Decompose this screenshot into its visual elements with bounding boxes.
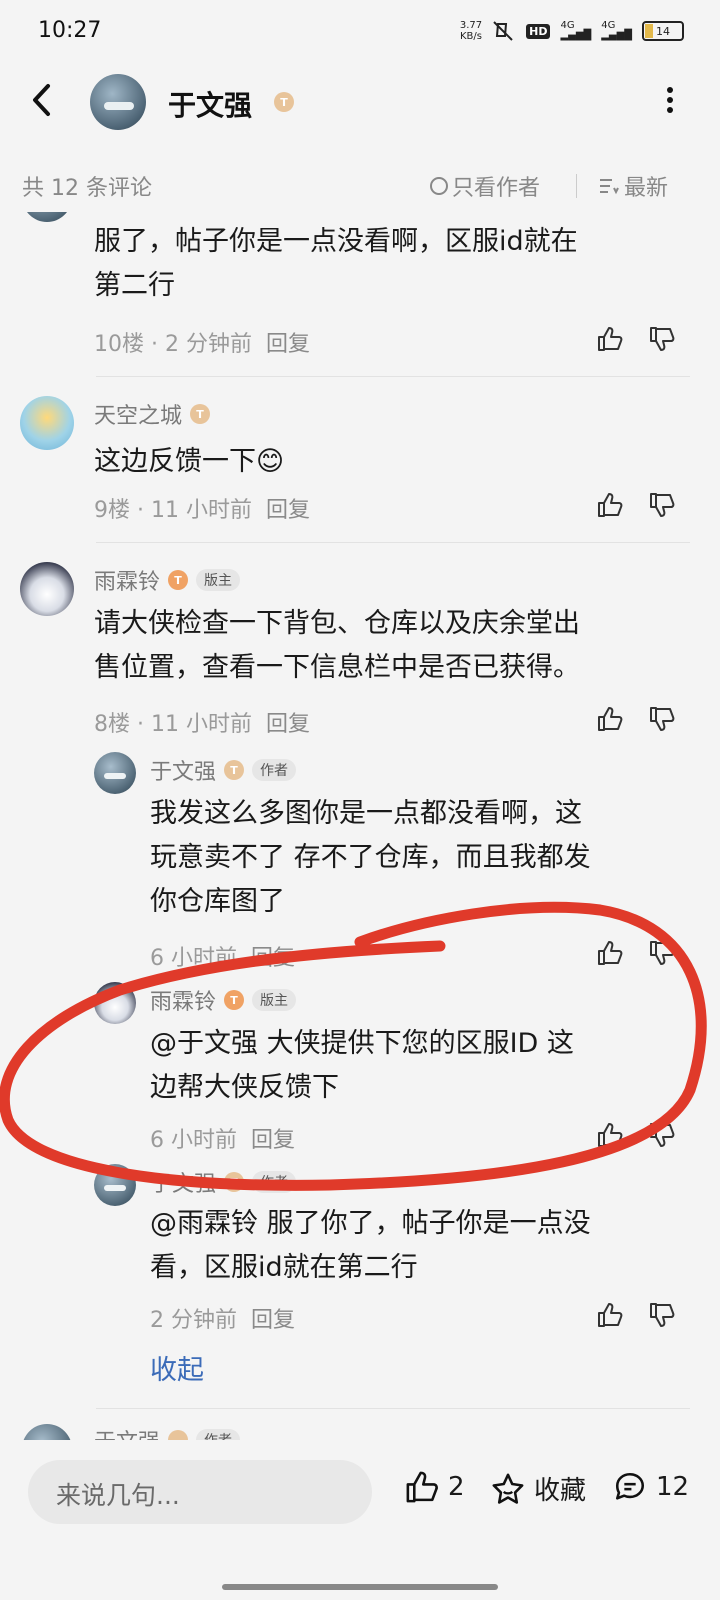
home-indicator[interactable] [222, 1584, 498, 1590]
comment-author[interactable]: 天空之城 T [94, 398, 211, 430]
status-icons: 3.77 KB/s HD 4G ▂▄▆█ 4G ▂▄▆█ 14 [460, 20, 684, 42]
avatar[interactable] [22, 1424, 72, 1440]
comment-author[interactable]: 雨霖铃 T 版主 [94, 564, 241, 596]
moderator-tag: 版主 [196, 569, 241, 591]
reply-text: @于文强 大侠提供下您的区服ID 这 边帮大侠反馈下 [150, 1028, 574, 1103]
reply-meta: 6 小时前 回复 [150, 946, 296, 971]
author-tag: 作者 [196, 1429, 241, 1440]
reply-button[interactable]: 回复 [266, 712, 310, 737]
vote-actions [596, 706, 676, 732]
reply-meta: 2 分钟前 回复 [150, 1308, 296, 1333]
favorite-button[interactable]: 收藏 [490, 1470, 586, 1507]
status-time: 10:27 [38, 18, 102, 43]
sort-button[interactable]: 最新 [598, 170, 668, 202]
sort-icon [598, 176, 620, 196]
avatar[interactable] [94, 752, 136, 794]
comment-meta: 10楼 · 2 分钟前 回复 [94, 332, 310, 357]
author-tag: 作者 [252, 1171, 297, 1193]
reply-button[interactable]: 回复 [266, 498, 310, 523]
mute-icon [492, 20, 516, 42]
comment-list: 服了，帖子你是一点没看啊，区服id就在 第二行 10楼 · 2 分钟前 回复 天空… [0, 212, 720, 1440]
thumbs-down-icon[interactable] [648, 1302, 676, 1328]
thumbs-down-icon[interactable] [648, 1122, 676, 1148]
reply-button[interactable]: 回复 [251, 1128, 295, 1153]
vote-actions [596, 940, 676, 966]
thumbs-down-icon[interactable] [648, 492, 676, 518]
avatar[interactable] [94, 1164, 136, 1206]
thumbs-up-icon [404, 1470, 440, 1504]
reply-text: @雨霖铃 服了你了，帖子你是一点没 看，区服id就在第二行 [150, 1208, 591, 1283]
comment-meta: 8楼 · 11 小时前 回复 [94, 712, 310, 737]
avatar[interactable] [22, 212, 72, 222]
reply-author[interactable]: 于文强 T 作者 [150, 754, 297, 786]
more-icon[interactable] [666, 86, 674, 114]
level-badge-icon: T [224, 760, 245, 780]
divider [96, 1408, 690, 1409]
thumbs-up-icon[interactable] [596, 326, 624, 352]
only-author-toggle[interactable]: 只看作者 [430, 170, 540, 202]
bottom-action-bar: 来说几句... 2 收藏 12 [0, 1440, 720, 1600]
signal-icon-1: 4G ▂▄▆█ [560, 20, 592, 41]
thumbs-up-icon[interactable] [596, 1122, 624, 1148]
divider [96, 542, 690, 543]
thumbs-up-icon[interactable] [596, 492, 624, 518]
reply-text: 我发这么多图你是一点都没看啊，这 玩意卖不了 存不了仓库，而且我都发 你仓库图了 [150, 798, 591, 917]
level-badge-icon: T [190, 404, 211, 424]
avatar[interactable] [94, 982, 136, 1024]
comments-button[interactable]: 12 [612, 1470, 689, 1504]
level-badge-icon: T [224, 990, 245, 1010]
reply-button[interactable]: 回复 [251, 946, 295, 971]
thumbs-down-icon[interactable] [648, 940, 676, 966]
radio-circle-icon [430, 177, 448, 195]
reply-button[interactable]: 回复 [251, 1308, 295, 1333]
reply-meta: 6 小时前 回复 [150, 1128, 296, 1153]
reply-author[interactable]: 雨霖铃 T 版主 [150, 984, 297, 1016]
back-icon[interactable] [30, 82, 54, 118]
nav-bar: 于文强 T [0, 64, 720, 142]
thumbs-up-icon[interactable] [596, 706, 624, 732]
comment-input[interactable]: 来说几句... [28, 1460, 372, 1524]
avatar[interactable] [20, 396, 74, 450]
author-avatar[interactable] [90, 74, 146, 130]
comment-count: 共 12 条评论 [22, 176, 152, 201]
thumbs-down-icon[interactable] [648, 706, 676, 732]
thumbs-up-icon[interactable] [596, 1302, 624, 1328]
star-icon [490, 1472, 526, 1506]
comment-text: 这边反馈一下😊 [94, 446, 285, 477]
level-badge-icon: T [224, 1172, 245, 1192]
status-bar: 10:27 3.77 KB/s HD 4G ▂▄▆█ 4G ▂▄▆█ 14 [0, 0, 720, 64]
comment-bubble-icon [612, 1470, 648, 1504]
signal-icon-2: 4G ▂▄▆█ [601, 20, 632, 41]
comment-text: 请大侠检查一下背包、仓库以及庆余堂出 售位置，查看一下信息栏中是否已获得。 [94, 608, 580, 683]
hd-icon: HD [526, 23, 551, 39]
avatar[interactable] [20, 562, 74, 616]
level-badge-icon: T [168, 570, 189, 590]
author-tag: 作者 [252, 759, 297, 781]
comment-filter-bar: 共 12 条评论 只看作者 最新 [0, 160, 720, 212]
battery-icon: 14 [642, 21, 684, 41]
divider [96, 376, 690, 377]
thumbs-down-icon[interactable] [648, 326, 676, 352]
level-badge-icon: T [274, 92, 294, 112]
like-button[interactable]: 2 [404, 1470, 465, 1504]
reply-button[interactable]: 回复 [266, 332, 310, 357]
vote-actions [596, 326, 676, 352]
moderator-tag: 版主 [252, 989, 297, 1011]
comment-author[interactable]: 于文强 作者 [94, 1424, 241, 1440]
thumbs-up-icon[interactable] [596, 940, 624, 966]
comment-meta: 9楼 · 11 小时前 回复 [94, 498, 310, 523]
comment-text: 服了，帖子你是一点没看啊，区服id就在 第二行 [94, 226, 578, 301]
divider [576, 174, 577, 198]
collapse-replies-button[interactable]: 收起 [150, 1348, 204, 1387]
vote-actions [596, 1122, 676, 1148]
page-title[interactable]: 于文强 [168, 84, 252, 124]
vote-actions [596, 1302, 676, 1328]
vote-actions [596, 492, 676, 518]
reply-author[interactable]: 于文强 T 作者 [150, 1166, 297, 1198]
level-badge-icon [168, 1430, 189, 1440]
net-speed: 3.77 KB/s [459, 20, 483, 42]
